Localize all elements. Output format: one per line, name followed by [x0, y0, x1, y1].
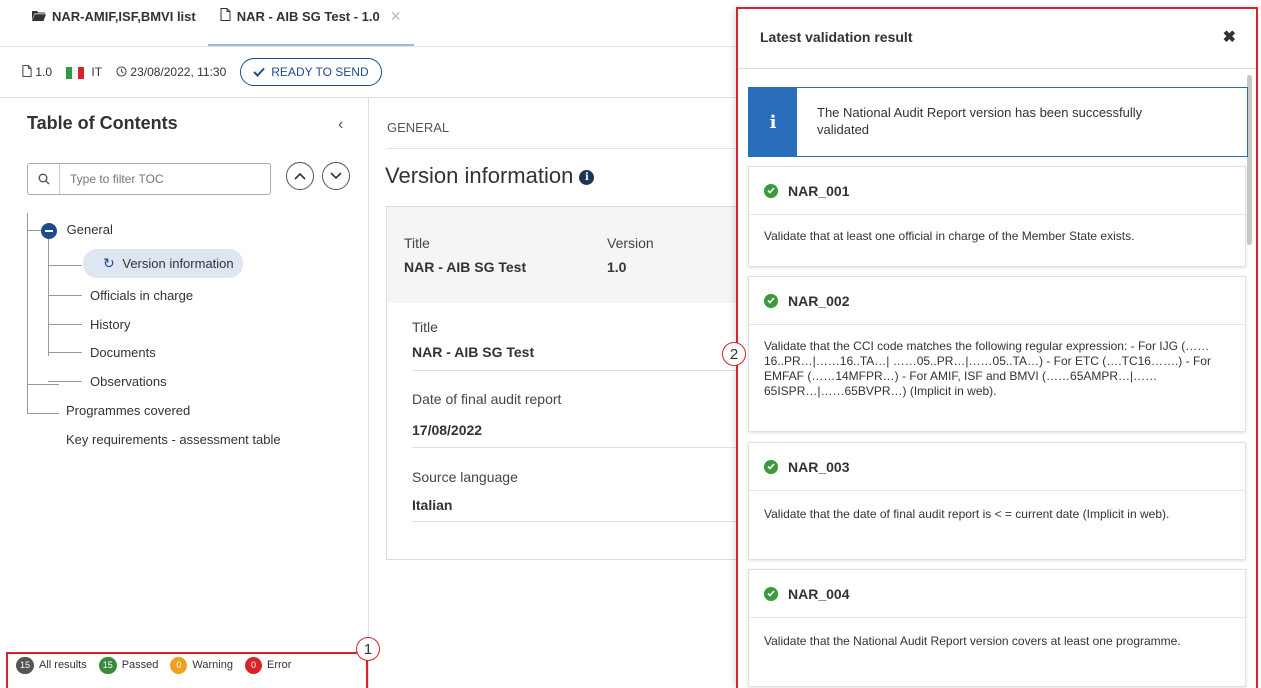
info-icon: i — [749, 88, 797, 156]
result-card: NAR_003 Validate that the date of final … — [748, 442, 1246, 560]
field-date: 17/08/2022 — [412, 422, 483, 438]
toc-item-key-requirements[interactable]: Key requirements - assessment table — [66, 432, 281, 447]
check-icon — [253, 67, 265, 77]
result-card: NAR_001 Validate that at least one offic… — [748, 166, 1246, 267]
summary-title: NAR - AIB SG Test — [404, 259, 527, 275]
folder-icon — [32, 9, 46, 24]
tab-bar: NAR-AMIF,ISF,BMVI list NAR - AIB SG Test… — [0, 0, 740, 46]
filters-highlight — [6, 652, 368, 688]
search-icon — [28, 164, 60, 194]
last-modified: 23/08/2022, 11:30 — [116, 65, 226, 79]
next-item-button[interactable] — [322, 162, 350, 190]
result-card: NAR_004 Validate that the National Audit… — [748, 569, 1246, 687]
version-summary: Title NAR - AIB SG Test Version 1.0 — [387, 207, 747, 303]
toc-search-input[interactable] — [60, 172, 260, 186]
result-card: NAR_002 Validate that the CCI code match… — [748, 276, 1246, 432]
check-circle-icon — [764, 586, 778, 601]
toc-title: Table of Contents — [27, 113, 178, 133]
toc-item-general[interactable]: General — [41, 222, 113, 239]
tab-label: NAR - AIB SG Test - 1.0 — [236, 8, 380, 24]
field-title: NAR - AIB SG Test — [412, 344, 535, 360]
field-language: Italian — [412, 497, 453, 513]
tab-nar-version[interactable]: NAR - AIB SG Test - 1.0 ✕ — [207, 0, 414, 46]
check-circle-icon — [764, 459, 778, 474]
info-icon[interactable]: i — [579, 170, 595, 185]
page-title: Version information i — [385, 163, 595, 189]
chevron-down-icon — [330, 172, 342, 180]
tab-nar-list[interactable]: NAR-AMIF,ISF,BMVI list — [20, 0, 208, 46]
callout-1: 1 — [356, 637, 380, 661]
italy-flag-icon — [66, 66, 85, 79]
check-circle-icon — [764, 293, 778, 308]
check-circle-icon — [764, 183, 778, 198]
country-indicator: IT — [66, 65, 102, 79]
close-tab-icon[interactable]: ✕ — [390, 8, 402, 25]
previous-item-button[interactable] — [286, 162, 314, 190]
toc-item-officials[interactable]: Officials in charge — [90, 288, 193, 303]
toc-item-documents[interactable]: Documents — [90, 345, 156, 360]
refresh-icon: ↻ — [103, 255, 115, 271]
summary-version: 1.0 — [607, 259, 627, 275]
collapse-section-icon[interactable] — [41, 222, 57, 239]
document-icon — [22, 65, 32, 77]
clock-icon — [116, 66, 127, 77]
toc-sidebar: Table of Contents ‹ General ↻ Version in… — [0, 98, 369, 688]
panel-title: Latest validation result — [760, 29, 913, 45]
validation-panel: Latest validation result ✖ i The Nationa… — [736, 7, 1258, 688]
version-card: Title NAR - AIB SG Test Version 1.0 Titl… — [386, 206, 747, 560]
version-meta-bar: 1.0 IT 23/08/2022, 11:30 READY TO SEND — [0, 46, 740, 98]
toc-item-history[interactable]: History — [90, 317, 130, 332]
version-indicator: 1.0 — [22, 65, 52, 79]
status-badge: READY TO SEND — [240, 58, 382, 86]
breadcrumb: GENERAL — [387, 120, 450, 135]
main-content: GENERAL Version information i Title NAR … — [370, 98, 747, 688]
toc-item-programmes[interactable]: Programmes covered — [66, 403, 190, 418]
document-icon — [220, 8, 231, 24]
tab-label: NAR-AMIF,ISF,BMVI list — [52, 8, 196, 24]
info-message: i The National Audit Report version has … — [748, 87, 1248, 157]
toc-item-observations[interactable]: Observations — [90, 374, 167, 389]
chevron-up-icon — [294, 172, 306, 180]
toc-search — [27, 163, 271, 195]
callout-2: 2 — [722, 342, 746, 366]
toc-item-version-information[interactable]: ↻ Version information — [83, 249, 243, 278]
collapse-toc-icon[interactable]: ‹ — [338, 116, 343, 134]
close-panel-icon[interactable]: ✖ — [1223, 27, 1236, 47]
